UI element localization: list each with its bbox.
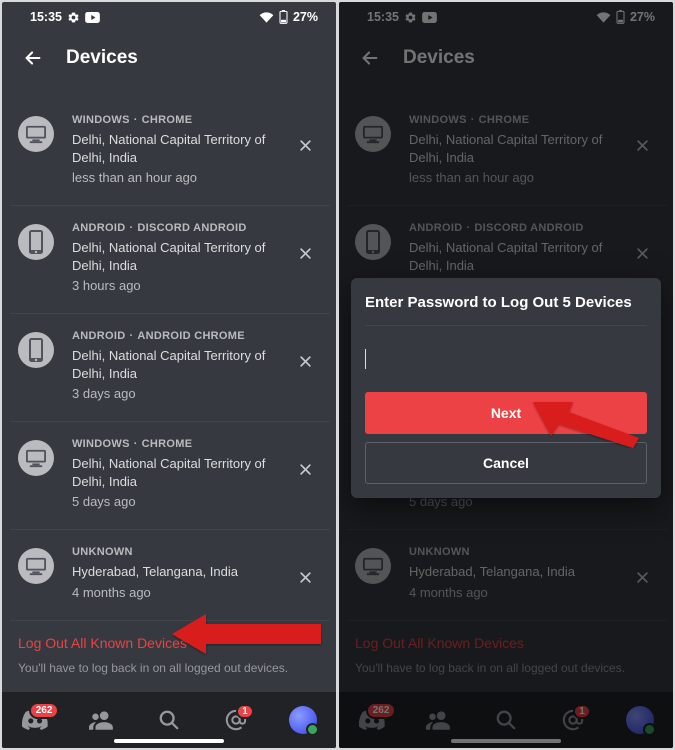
title-bar: Devices — [2, 32, 336, 84]
youtube-icon — [85, 12, 100, 23]
status-bar: 15:35 27% — [2, 2, 336, 32]
bottom-nav: 262 1 — [2, 692, 336, 748]
home-badge: 262 — [29, 702, 60, 719]
nav-profile[interactable] — [283, 700, 323, 740]
phone-devices-list: 15:35 27% Devices WINDOWS·CHROME Delhi, … — [2, 2, 336, 748]
remove-device-button[interactable] — [288, 128, 322, 162]
device-time: 3 days ago — [72, 386, 288, 401]
divider — [365, 325, 647, 326]
text-caret — [365, 349, 366, 369]
desktop-device-icon — [18, 548, 54, 584]
nav-search[interactable] — [149, 700, 189, 740]
device-platform: ANDROID·ANDROID CHROME — [72, 330, 288, 342]
page-title: Devices — [66, 47, 138, 69]
nav-friends[interactable] — [82, 700, 122, 740]
desktop-device-icon — [18, 440, 54, 476]
cancel-button[interactable]: Cancel — [365, 442, 647, 484]
next-button[interactable]: Next — [365, 392, 647, 434]
nav-home[interactable]: 262 — [15, 700, 55, 740]
avatar — [289, 706, 317, 734]
gear-icon — [67, 11, 80, 24]
device-list: WINDOWS·CHROME Delhi, National Capital T… — [2, 84, 336, 692]
status-battery: 27% — [293, 10, 318, 24]
back-arrow-icon[interactable] — [22, 47, 44, 69]
battery-icon — [279, 10, 288, 24]
mentions-badge: 1 — [236, 704, 254, 719]
device-time: less than an hour ago — [72, 170, 288, 185]
device-platform: WINDOWS·CHROME — [72, 438, 288, 450]
phone-password-modal: 15:35 27% Devices WINDOWS·CHROME Delhi, … — [339, 2, 673, 748]
log-out-hint: You'll have to log back in on all logged… — [10, 657, 330, 689]
mobile-device-icon — [18, 224, 54, 260]
screenshot-pair: 15:35 27% Devices WINDOWS·CHROME Delhi, … — [0, 0, 675, 750]
password-input[interactable] — [365, 342, 647, 376]
modal-title: Enter Password to Log Out 5 Devices — [365, 294, 647, 311]
device-time: 5 days ago — [72, 494, 288, 509]
device-platform: WINDOWS·CHROME — [72, 114, 288, 126]
device-row: UNKNOWN Hyderabad, Telangana, India 4 mo… — [10, 529, 330, 620]
mobile-device-icon — [18, 332, 54, 368]
device-row: ANDROID·DISCORD ANDROID Delhi, National … — [10, 205, 330, 313]
wifi-icon — [259, 11, 274, 23]
desktop-device-icon — [18, 116, 54, 152]
remove-device-button[interactable] — [288, 236, 322, 270]
device-time: 4 months ago — [72, 585, 288, 600]
status-time: 15:35 — [30, 10, 62, 24]
nav-mentions[interactable]: 1 — [216, 700, 256, 740]
home-indicator — [114, 739, 224, 743]
device-platform: ANDROID·DISCORD ANDROID — [72, 222, 288, 234]
remove-device-button[interactable] — [288, 452, 322, 486]
log-out-all-button[interactable]: Log Out All Known Devices — [10, 620, 330, 657]
device-time: 3 hours ago — [72, 278, 288, 293]
device-row: WINDOWS·CHROME Delhi, National Capital T… — [10, 98, 330, 205]
device-location: Hyderabad, Telangana, India — [72, 563, 288, 581]
device-location: Delhi, National Capital Territory of Del… — [72, 455, 288, 490]
device-location: Delhi, National Capital Territory of Del… — [72, 131, 288, 166]
device-location: Delhi, National Capital Territory of Del… — [72, 239, 288, 274]
remove-device-button[interactable] — [288, 560, 322, 594]
device-location: Delhi, National Capital Territory of Del… — [72, 347, 288, 382]
device-row: ANDROID·ANDROID CHROME Delhi, National C… — [10, 313, 330, 421]
device-row: WINDOWS·CHROME Delhi, National Capital T… — [10, 421, 330, 529]
password-modal: Enter Password to Log Out 5 Devices Next… — [351, 278, 661, 498]
remove-device-button[interactable] — [288, 344, 322, 378]
device-platform: UNKNOWN — [72, 546, 288, 558]
